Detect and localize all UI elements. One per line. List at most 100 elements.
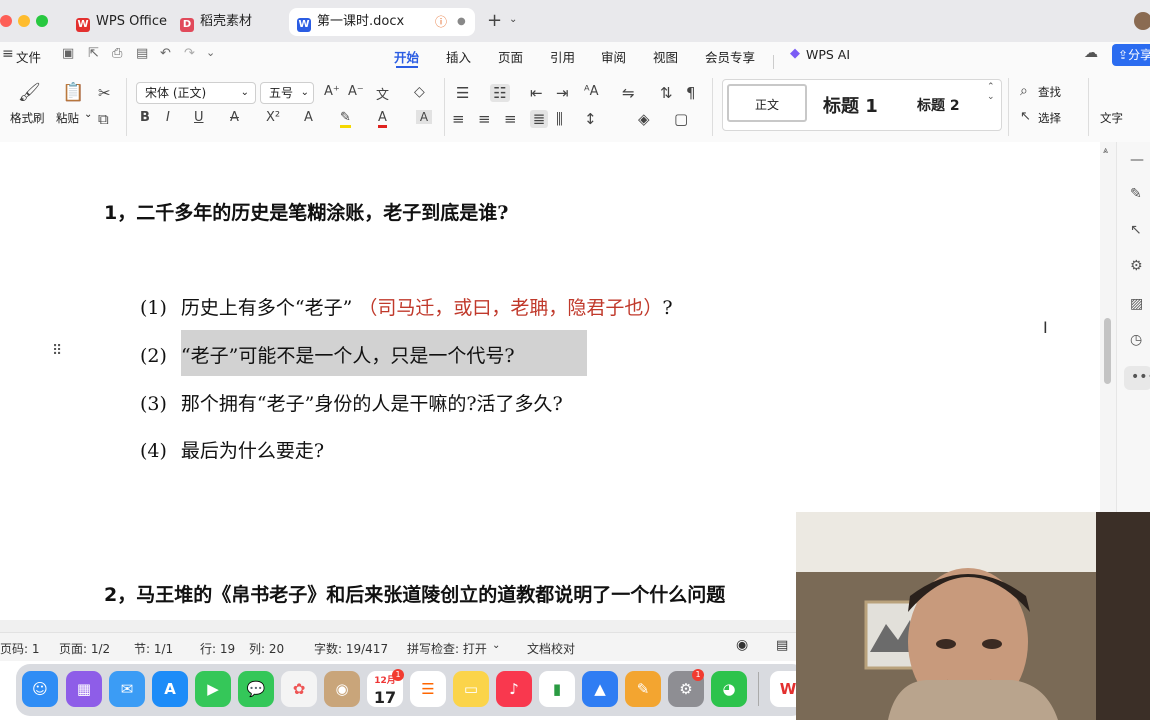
page-view-icon[interactable]: ▤ — [776, 638, 788, 653]
show-marks-icon[interactable]: ¶ — [686, 84, 696, 102]
char-shading-icon[interactable]: A — [416, 110, 432, 124]
bullet-list-icon[interactable]: ☰ — [456, 84, 469, 102]
change-case-icon[interactable]: ᴬA — [584, 84, 599, 99]
cut-icon[interactable]: ✂ — [98, 84, 111, 102]
numbers-icon[interactable]: ▮ — [539, 671, 575, 707]
print-preview-icon[interactable]: ▤ — [136, 46, 148, 61]
decrease-indent-icon[interactable]: ⇤ — [530, 84, 543, 102]
collapse-panel-icon[interactable]: — — [1130, 152, 1144, 168]
superscript-icon[interactable]: X² — [266, 110, 280, 125]
more-dots-icon[interactable]: ••• — [1131, 369, 1150, 385]
menu-home[interactable]: 开始 — [394, 47, 419, 66]
close-window-button[interactable] — [0, 15, 12, 27]
app-store-icon[interactable]: A — [152, 671, 188, 707]
tab-docer[interactable]: D 稻壳素材 — [172, 8, 284, 36]
highlight-icon[interactable]: ✎ — [340, 110, 351, 128]
text-tool-button[interactable]: 文字 — [1100, 110, 1123, 126]
sort-icon[interactable]: ⇅ — [660, 84, 673, 102]
copy-icon[interactable]: ⧉ — [98, 110, 109, 128]
text-effect-icon[interactable]: A — [304, 110, 313, 125]
eye-icon[interactable]: ◉ — [736, 637, 748, 653]
paste-chevron-icon[interactable]: ⌄ — [84, 109, 92, 120]
tab-close-dot-icon[interactable]: ● — [457, 8, 466, 36]
paste-button[interactable]: 粘贴 — [56, 110, 79, 126]
adjust-sliders-icon[interactable]: ⚙ — [1130, 258, 1143, 274]
font-color-icon[interactable]: A — [378, 110, 387, 128]
save-icon[interactable]: ▣ — [62, 46, 74, 61]
finder-icon[interactable]: ☺ — [22, 671, 58, 707]
keynote-icon[interactable]: ▲ — [582, 671, 618, 707]
align-right-icon[interactable]: ≡ — [504, 110, 517, 128]
shading-fill-icon[interactable]: ◈ — [638, 110, 650, 128]
status-spell-check[interactable]: 拼写检查: 打开 — [407, 640, 487, 657]
bold-icon[interactable]: B — [140, 110, 150, 125]
style-heading1[interactable]: 标题 1 — [823, 92, 878, 118]
new-tab-button[interactable]: + — [487, 10, 502, 31]
mail-icon[interactable]: ✉ — [109, 671, 145, 707]
italic-icon[interactable]: I — [166, 110, 170, 125]
font-size-select[interactable]: 五号 ⌄ — [260, 82, 314, 104]
music-icon[interactable]: ♪ — [496, 671, 532, 707]
avatar[interactable] — [1134, 12, 1150, 30]
drag-handle-icon[interactable]: ⠿ — [52, 343, 62, 359]
cloud-sync-icon[interactable]: ☁ — [1084, 45, 1098, 61]
share-button[interactable]: ⇪分享 — [1112, 44, 1150, 66]
status-page[interactable]: 页面: 1/2 — [59, 640, 110, 657]
quick-access-chevron-icon[interactable]: ⌄ — [206, 46, 215, 59]
menu-file[interactable]: 文件 — [16, 47, 41, 66]
select-button[interactable]: 选择 — [1038, 110, 1061, 126]
style-normal[interactable]: 正文 — [727, 84, 807, 122]
status-word-count[interactable]: 字数: 19/417 — [314, 640, 388, 657]
tab-list-chevron-icon[interactable]: ⌄ — [509, 14, 517, 25]
tab-active-document[interactable]: W 第一课时.docx ⓘ ● — [289, 8, 475, 36]
hamburger-icon[interactable]: ≡ — [2, 46, 14, 62]
edit-pen-icon[interactable]: ✎ — [1130, 186, 1142, 202]
export-icon[interactable]: ⇱ — [88, 46, 99, 61]
justify-icon[interactable]: ≣ — [530, 110, 548, 128]
pages-icon[interactable]: ✎ — [625, 671, 661, 707]
menu-review[interactable]: 审阅 — [601, 47, 626, 66]
reminders-icon[interactable]: ☰ — [410, 671, 446, 707]
scroll-up-icon[interactable]: ⩓ — [1103, 146, 1108, 156]
menu-view[interactable]: 视图 — [653, 47, 678, 66]
menu-wps-ai[interactable]: WPS AI — [806, 47, 850, 62]
spell-check-chevron-icon[interactable]: ⌄ — [492, 640, 500, 651]
photos-icon[interactable]: ✿ — [281, 671, 317, 707]
zoom-window-button[interactable] — [36, 15, 48, 27]
tab-wps-office[interactable]: W WPS Office — [68, 8, 168, 36]
contacts-icon[interactable]: ◉ — [324, 671, 360, 707]
image-tool-icon[interactable]: ▨ — [1130, 296, 1143, 312]
distributed-align-icon[interactable]: ⫼ — [556, 110, 563, 128]
select-cursor-icon[interactable]: ↖ — [1020, 109, 1031, 124]
numbered-list-icon[interactable]: ☷ — [490, 84, 510, 102]
underline-icon[interactable]: U — [194, 110, 204, 125]
scrollbar-thumb[interactable] — [1104, 318, 1111, 384]
launchpad-icon[interactable]: ▦ — [66, 671, 102, 707]
style-gallery-scroll-icon[interactable]: ⌃ ⌄ — [987, 82, 995, 102]
wechat-icon[interactable]: ◕ — [711, 671, 747, 707]
status-proofread[interactable]: 文档校对 — [527, 640, 575, 657]
minimize-window-button[interactable] — [18, 15, 30, 27]
decrease-font-icon[interactable]: A⁻ — [348, 84, 364, 99]
phonetic-guide-icon[interactable]: 文 — [376, 84, 389, 103]
pointer-icon[interactable]: ↖ — [1130, 222, 1142, 238]
style-heading2[interactable]: 标题 2 — [917, 95, 960, 115]
border-icon[interactable]: ▢ — [674, 110, 688, 128]
paste-icon[interactable]: 📋 — [62, 82, 84, 103]
format-painter-icon[interactable]: 🖌 — [18, 82, 41, 103]
undo-icon[interactable]: ↶ — [160, 46, 171, 61]
messages-icon[interactable]: 💬 — [238, 671, 274, 707]
facetime-icon[interactable]: ▶ — [195, 671, 231, 707]
find-button[interactable]: 查找 — [1038, 84, 1061, 100]
increase-font-icon[interactable]: A⁺ — [324, 84, 340, 99]
format-painter-button[interactable]: 格式刷 — [10, 110, 45, 126]
redo-icon[interactable]: ↷ — [184, 46, 195, 61]
search-icon[interactable]: ⌕ — [1020, 83, 1028, 99]
history-icon[interactable]: ◷ — [1130, 332, 1142, 348]
text-direction-icon[interactable]: ⇋ — [622, 84, 635, 102]
align-left-icon[interactable]: ≡ — [452, 110, 465, 128]
strikethrough-icon[interactable]: A — [230, 110, 239, 125]
menu-insert[interactable]: 插入 — [446, 47, 471, 66]
line-spacing-icon[interactable]: ↕ — [584, 110, 597, 128]
increase-indent-icon[interactable]: ⇥ — [556, 84, 569, 102]
